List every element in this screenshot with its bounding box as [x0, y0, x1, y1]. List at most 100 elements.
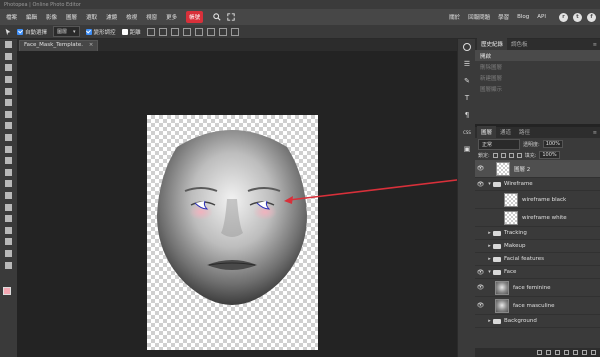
hand-icon[interactable] — [0, 248, 17, 260]
layer-group-row[interactable]: 👁 ▸ Background — [475, 315, 600, 328]
new-layer-icon[interactable] — [582, 350, 587, 355]
menu-layer[interactable]: 圖層 — [66, 13, 77, 21]
twitter-icon[interactable]: t — [573, 12, 582, 22]
align-right-icon[interactable] — [206, 27, 215, 36]
auto-select-checkbox[interactable] — [17, 28, 23, 35]
layer-row[interactable]: 👁 wireframe black — [475, 191, 600, 209]
lock-transparency-icon[interactable] — [492, 152, 498, 158]
menu-about[interactable]: 關於 — [449, 13, 460, 21]
search-icon[interactable] — [212, 12, 222, 22]
tab-layers[interactable]: 圖層 — [477, 126, 497, 138]
link-layers-icon[interactable] — [537, 350, 542, 355]
canvas-area[interactable] — [17, 51, 457, 357]
layer-mask-icon[interactable] — [555, 350, 560, 355]
chevron-right-icon[interactable]: ▸ — [486, 243, 493, 249]
image-icon[interactable]: ▣ — [461, 143, 473, 155]
layer-group-row[interactable]: 👁 ▾ Face — [475, 266, 600, 279]
character-icon[interactable]: T — [461, 92, 473, 104]
visibility-eye-icon[interactable]: 👁 — [475, 230, 486, 237]
magic-wand-icon[interactable] — [0, 74, 17, 86]
history-item[interactable]: 開啟 — [475, 50, 600, 61]
align-top-icon[interactable] — [146, 27, 155, 36]
close-icon[interactable]: × — [89, 42, 94, 48]
css-icon[interactable]: CSS — [461, 126, 473, 138]
layer-row[interactable]: 👁 face masculine — [475, 297, 600, 315]
path-select-icon[interactable] — [0, 225, 17, 237]
lock-position-icon[interactable] — [508, 152, 514, 158]
eraser-icon[interactable] — [0, 155, 17, 167]
menu-api[interactable]: API — [537, 14, 546, 20]
paragraph-icon[interactable]: ¶ — [461, 109, 473, 121]
chevron-right-icon[interactable]: ▸ — [486, 256, 493, 262]
history-item[interactable]: 圖層顯示 — [475, 83, 600, 94]
auto-select-target-dropdown[interactable]: 圖層 ▾ — [53, 26, 80, 37]
fullscreen-icon[interactable] — [226, 12, 236, 22]
dodge-icon[interactable] — [0, 190, 17, 202]
marquee-icon[interactable] — [0, 51, 17, 63]
align-left-icon[interactable] — [182, 27, 191, 36]
eyedropper-icon[interactable] — [0, 97, 17, 109]
delete-layer-icon[interactable] — [591, 350, 596, 355]
facebook-icon[interactable]: f — [587, 12, 596, 22]
layer-row[interactable]: 👁 圖層 2 — [475, 160, 600, 178]
history-brush-icon[interactable] — [0, 143, 17, 155]
align-bottom-icon[interactable] — [170, 27, 179, 36]
type-icon[interactable] — [0, 213, 17, 225]
menu-filter[interactable]: 濾鏡 — [106, 13, 117, 21]
menu-select[interactable]: 選取 — [86, 13, 97, 21]
distribute-icon[interactable] — [218, 27, 227, 36]
adjustment-layer-icon[interactable] — [564, 350, 569, 355]
tab-channels[interactable]: 通道 — [496, 126, 515, 138]
panel-menu-icon[interactable]: ≡ — [593, 130, 597, 136]
brush-icon[interactable]: ✎ — [461, 75, 473, 87]
menu-view[interactable]: 檢視 — [126, 13, 137, 21]
visibility-eye-icon[interactable]: 👁 — [475, 214, 486, 221]
blend-mode-dropdown[interactable]: 正常 — [478, 138, 520, 150]
menu-file[interactable]: 檔案 — [6, 13, 17, 21]
menu-more[interactable]: 更多 — [166, 13, 177, 21]
layer-group-row[interactable]: 👁 ▸ Tracking — [475, 227, 600, 240]
layer-group-row[interactable]: 👁 ▾ Wireframe — [475, 178, 600, 191]
foreground-color-swatch[interactable] — [3, 287, 11, 295]
menu-report-bug[interactable]: 回報問題 — [468, 13, 490, 21]
layer-row[interactable]: 👁 wireframe white — [475, 209, 600, 227]
menu-window[interactable]: 視窗 — [146, 13, 157, 21]
visibility-eye-icon[interactable]: 👁 — [475, 181, 486, 188]
menu-edit[interactable]: 編輯 — [26, 13, 37, 21]
new-group-icon[interactable] — [573, 350, 578, 355]
opacity-field[interactable]: 100% — [542, 140, 563, 148]
align-center-icon[interactable] — [194, 27, 203, 36]
panel-menu-icon[interactable]: ≡ — [593, 42, 597, 48]
visibility-eye-icon[interactable]: 👁 — [475, 284, 486, 291]
pen-icon[interactable] — [0, 201, 17, 213]
brush-icon[interactable] — [0, 120, 17, 132]
layer-effects-icon[interactable] — [546, 350, 551, 355]
move-icon[interactable] — [0, 39, 17, 51]
reddit-icon[interactable]: r — [559, 12, 568, 22]
tab-paths[interactable]: 路徑 — [515, 126, 534, 138]
visibility-eye-icon[interactable]: 👁 — [475, 302, 486, 309]
history-item[interactable]: 新建圖層 — [475, 72, 600, 83]
layer-group-row[interactable]: 👁 ▸ Facial features — [475, 253, 600, 266]
visibility-eye-icon[interactable]: 👁 — [475, 196, 486, 203]
chevron-right-icon[interactable]: ▸ — [486, 318, 493, 324]
chevron-right-icon[interactable]: ▸ — [486, 230, 493, 236]
document-tab[interactable]: Face_Mask_Template. × — [19, 40, 99, 51]
visibility-eye-icon[interactable]: 👁 — [475, 318, 486, 325]
visibility-eye-icon[interactable]: 👁 — [475, 256, 486, 263]
chevron-down-icon[interactable]: ▾ — [486, 269, 493, 275]
chevron-down-icon[interactable]: ▾ — [486, 181, 493, 187]
zoom-icon[interactable] — [0, 259, 17, 271]
properties-icon[interactable]: ☰ — [461, 58, 473, 70]
lock-pixels-icon[interactable] — [500, 152, 506, 158]
tab-swatches[interactable]: 調色板 — [507, 38, 532, 50]
lock-all-icon[interactable] — [516, 152, 522, 158]
shape-icon[interactable] — [0, 236, 17, 248]
menu-blog[interactable]: Blog — [517, 14, 529, 20]
healing-icon[interactable] — [0, 109, 17, 121]
layer-row[interactable]: 👁 face feminine — [475, 279, 600, 297]
gradient-icon[interactable] — [0, 167, 17, 179]
history-item[interactable]: 刪除圖層 — [475, 61, 600, 72]
fill-field[interactable]: 100% — [539, 151, 560, 159]
clone-stamp-icon[interactable] — [0, 132, 17, 144]
